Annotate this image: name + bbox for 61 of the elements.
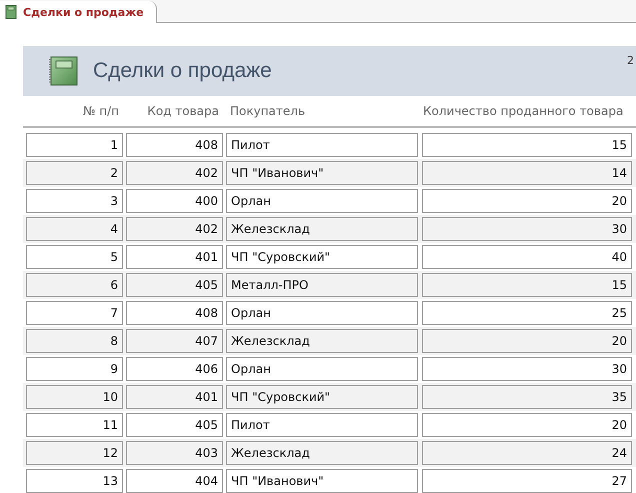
table-cell: 2 xyxy=(26,161,123,185)
table-cell: 25 xyxy=(422,301,632,325)
table-cell: Пилот xyxy=(226,133,418,157)
table-cell: 12 xyxy=(26,441,123,465)
table-cell: 406 xyxy=(126,357,223,381)
table-cell: Железсклад xyxy=(226,329,418,353)
table-cell: 9 xyxy=(26,357,123,381)
column-header: Код товара xyxy=(146,104,220,118)
table-cell: 5 xyxy=(26,245,123,269)
header-text: 2 xyxy=(627,54,634,67)
table-cell: 24 xyxy=(422,441,632,465)
column-header: № п/п xyxy=(82,104,120,118)
table-cell: 408 xyxy=(126,133,223,157)
table-cell: Орлан xyxy=(226,301,418,325)
table-cell: 403 xyxy=(126,441,223,465)
table-cell: 401 xyxy=(126,385,223,409)
column-header: Покупатель xyxy=(229,104,306,118)
table-cell: 7 xyxy=(26,301,123,325)
table-cell: 1 xyxy=(26,133,123,157)
table-cell: Орлан xyxy=(226,189,418,213)
table-cell: 402 xyxy=(126,161,223,185)
table-cell: 30 xyxy=(422,357,632,381)
table-cell: 30 xyxy=(422,217,632,241)
table-cell: Металл-ПРО xyxy=(226,273,418,297)
table-cell: 405 xyxy=(126,273,223,297)
table-cell: 20 xyxy=(422,413,632,437)
table-cell: 14 xyxy=(422,161,632,185)
table-cell: 35 xyxy=(422,385,632,409)
table-cell: ЧП "Иванович" xyxy=(226,469,418,493)
table-cell: Пилот xyxy=(226,413,418,437)
table-cell: 15 xyxy=(422,133,632,157)
table-cell: 404 xyxy=(126,469,223,493)
table-cell: Орлан xyxy=(226,357,418,381)
table-cell: 15 xyxy=(422,273,632,297)
table-cell: ЧП "Суровский" xyxy=(226,385,418,409)
table-cell: 407 xyxy=(126,329,223,353)
notebook-icon xyxy=(47,55,79,87)
table-cell: Железсклад xyxy=(226,217,418,241)
table-cell: ЧП "Иванович" xyxy=(226,161,418,185)
table-cell: 11 xyxy=(26,413,123,437)
column-header: Количество проданного товара xyxy=(422,104,624,118)
report-title: Сделки о продаже xyxy=(93,59,272,83)
table-cell: 27 xyxy=(422,469,632,493)
table-cell: 3 xyxy=(26,189,123,213)
table-cell: 401 xyxy=(126,245,223,269)
table-cell: 10 xyxy=(26,385,123,409)
document-tab[interactable]: Сделки о продаже xyxy=(0,1,157,23)
table-cell: ЧП "Суровский" xyxy=(226,245,418,269)
table-cell: 20 xyxy=(422,189,632,213)
table-cell: 8 xyxy=(26,329,123,353)
table-cell: 402 xyxy=(126,217,223,241)
table-cell: 13 xyxy=(26,469,123,493)
table-cell: 6 xyxy=(26,273,123,297)
table-cell: 408 xyxy=(126,301,223,325)
report-icon xyxy=(5,5,17,19)
table-cell: 40 xyxy=(422,245,632,269)
table-cell: 20 xyxy=(422,329,632,353)
table-cell: 4 xyxy=(26,217,123,241)
table-cell: 405 xyxy=(126,413,223,437)
table-cell: 400 xyxy=(126,189,223,213)
table-cell: Железсклад xyxy=(226,441,418,465)
